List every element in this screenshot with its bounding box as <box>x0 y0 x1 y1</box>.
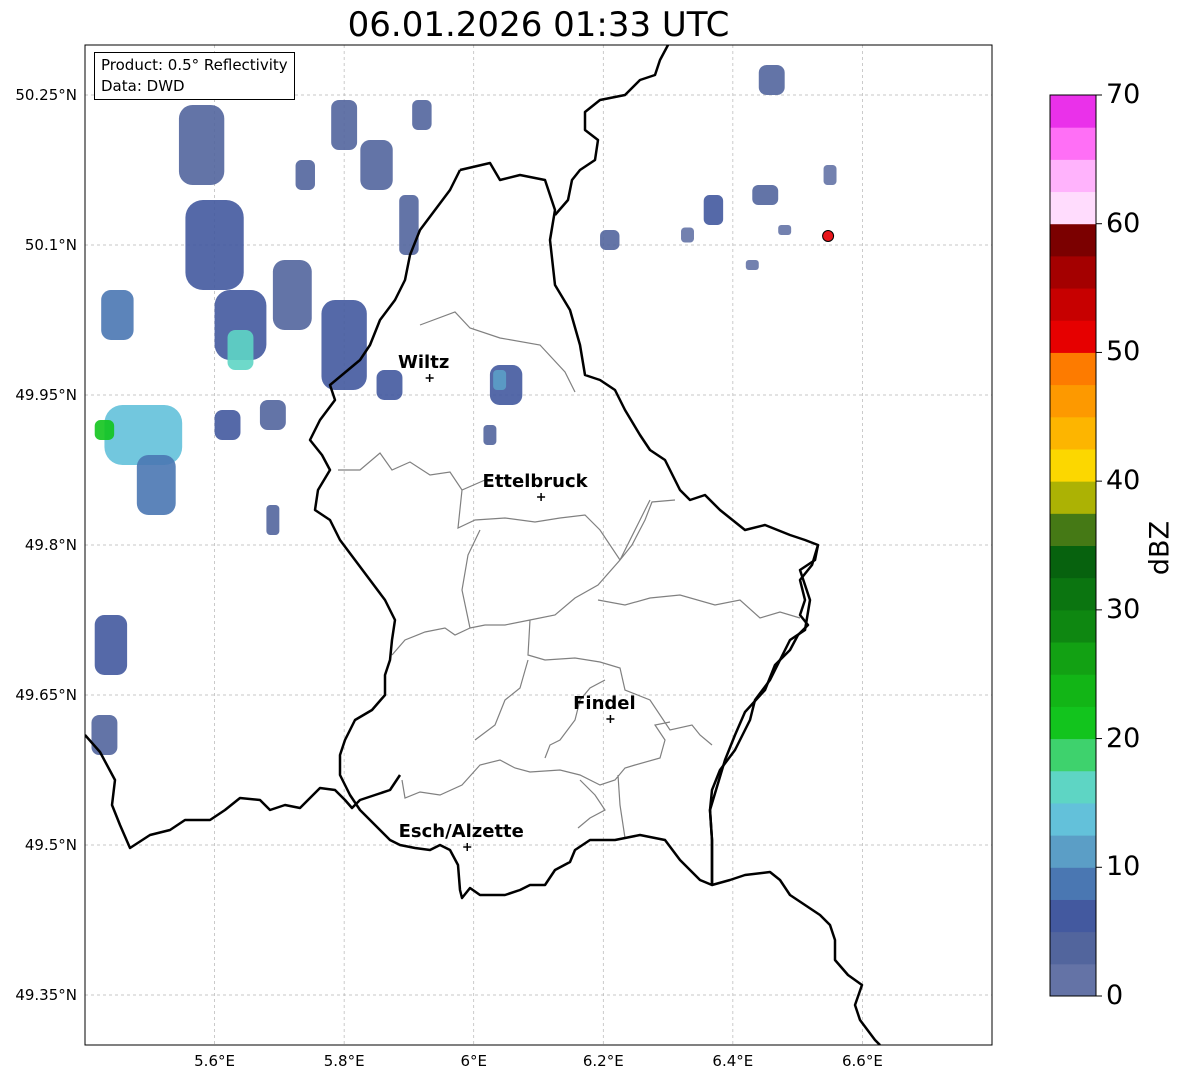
reflectivity-cell <box>399 195 419 255</box>
place-label: Ettelbruck <box>483 471 589 492</box>
colorbar-segment <box>1050 770 1096 804</box>
colorbar-segment <box>1050 191 1096 225</box>
colorbar-tick-label: 50 <box>1106 336 1141 368</box>
place-label: Wiltz <box>398 352 449 373</box>
reflectivity-cell <box>758 65 785 95</box>
colorbar-segment <box>1050 159 1096 193</box>
reflectivity-cell <box>259 400 286 430</box>
colorbar-tick-label: 20 <box>1106 722 1141 754</box>
place-label: Esch/Alzette <box>399 821 524 842</box>
lat-tick-label: 50.25°N <box>15 86 77 104</box>
reflectivity-cell <box>778 225 792 235</box>
place-label: Findel <box>573 693 636 714</box>
reflectivity-cell <box>227 330 254 370</box>
lat-tick-label: 49.5°N <box>25 836 77 854</box>
lon-tick-label: 6°E <box>460 1052 487 1070</box>
colorbar-segment <box>1050 963 1096 997</box>
lon-tick-label: 5.6°E <box>194 1052 235 1070</box>
colorbar-tick-label: 0 <box>1106 980 1124 1011</box>
data-source-label: Data: DWD <box>101 77 185 95</box>
colorbar-segment <box>1050 127 1096 160</box>
colorbar-segment <box>1050 738 1096 772</box>
reflectivity-cell <box>752 185 779 205</box>
colorbar-segment <box>1050 545 1096 579</box>
radar-site-marker <box>822 230 835 242</box>
lat-tick-label: 49.95°N <box>15 386 77 404</box>
reflectivity-cell <box>681 227 694 243</box>
colorbar-tick-label: 30 <box>1106 593 1141 625</box>
lat-tick-label: 49.8°N <box>25 536 77 554</box>
reflectivity-cell <box>214 410 241 440</box>
colorbar-segment <box>1050 802 1096 836</box>
reflectivity-cell <box>703 195 724 225</box>
reflectivity-cell <box>272 260 312 330</box>
colorbar-tick-label: 60 <box>1106 207 1141 239</box>
reflectivity-cell <box>178 105 225 185</box>
colorbar-segment <box>1050 577 1096 611</box>
colorbar-segment <box>1050 642 1096 675</box>
lat-tick-label: 49.65°N <box>15 686 77 704</box>
reflectivity-cell <box>823 165 837 185</box>
colorbar-segment <box>1050 255 1096 289</box>
reflectivity-cell <box>91 715 118 755</box>
reflectivity-cell <box>266 505 280 535</box>
colorbar-segment <box>1050 481 1096 514</box>
reflectivity-cell <box>94 615 128 675</box>
colorbar-segment <box>1050 352 1096 386</box>
lon-tick-label: 6.4°E <box>712 1052 753 1070</box>
reflectivity-cell <box>101 290 134 340</box>
radar-map-figure: 5.6°E 5.8°E 6°E 6.2°E 6.4°E 6.6°E 50.25°N 50.1°… <box>15 44 1102 1070</box>
colorbar-label: dBZ <box>1144 520 1176 576</box>
lon-tick-label: 6.2°E <box>583 1052 624 1070</box>
colorbar-segment <box>1050 835 1096 868</box>
reflectivity-cell <box>331 100 358 150</box>
colorbar-segment <box>1050 609 1096 643</box>
colorbar-tick-label: 40 <box>1106 465 1141 497</box>
colorbar-segment <box>1050 706 1096 740</box>
colorbar-tick-label: 10 <box>1106 851 1141 883</box>
reflectivity-cell <box>321 300 367 390</box>
lon-tick-label: 6.6°E <box>842 1052 883 1070</box>
reflectivity-cell <box>104 405 183 465</box>
colorbar-segment <box>1050 867 1096 900</box>
reflectivity-cell <box>483 425 497 445</box>
reflectivity-cell <box>600 230 620 250</box>
reflectivity-cell <box>94 420 115 440</box>
reflectivity-cell <box>185 200 244 290</box>
colorbar-segment <box>1050 931 1096 965</box>
colorbar-segment <box>1050 416 1096 450</box>
colorbar-segment <box>1050 899 1096 933</box>
colorbar-segment <box>1050 288 1096 321</box>
product-info-box: Product: 0.5° Reflectivity Data: DWD <box>94 52 295 100</box>
colorbar-segment <box>1050 95 1096 128</box>
colorbar-segment <box>1050 674 1096 707</box>
product-label: Product: 0.5° Reflectivity <box>101 56 288 74</box>
colorbar-segment <box>1050 223 1096 257</box>
reflectivity-cell <box>360 140 393 190</box>
radar-site-layer <box>822 230 835 242</box>
colorbar <box>1049 94 1102 997</box>
reflectivity-cell <box>412 100 432 130</box>
lon-tick-label: 5.8°E <box>324 1052 365 1070</box>
reflectivity-cell <box>376 370 403 400</box>
reflectivity-cell <box>295 160 315 190</box>
reflectivity-cell <box>136 455 176 515</box>
colorbar-segment <box>1050 448 1096 482</box>
reflectivity-cell <box>493 370 507 390</box>
colorbar-segment <box>1050 320 1096 353</box>
colorbar-segment <box>1050 513 1096 546</box>
lat-tick-label: 50.1°N <box>25 236 77 254</box>
colorbar-tick-label: 70 <box>1106 79 1141 110</box>
colorbar-segment <box>1050 384 1096 418</box>
reflectivity-cell <box>745 260 759 270</box>
lat-tick-label: 49.35°N <box>15 986 77 1004</box>
